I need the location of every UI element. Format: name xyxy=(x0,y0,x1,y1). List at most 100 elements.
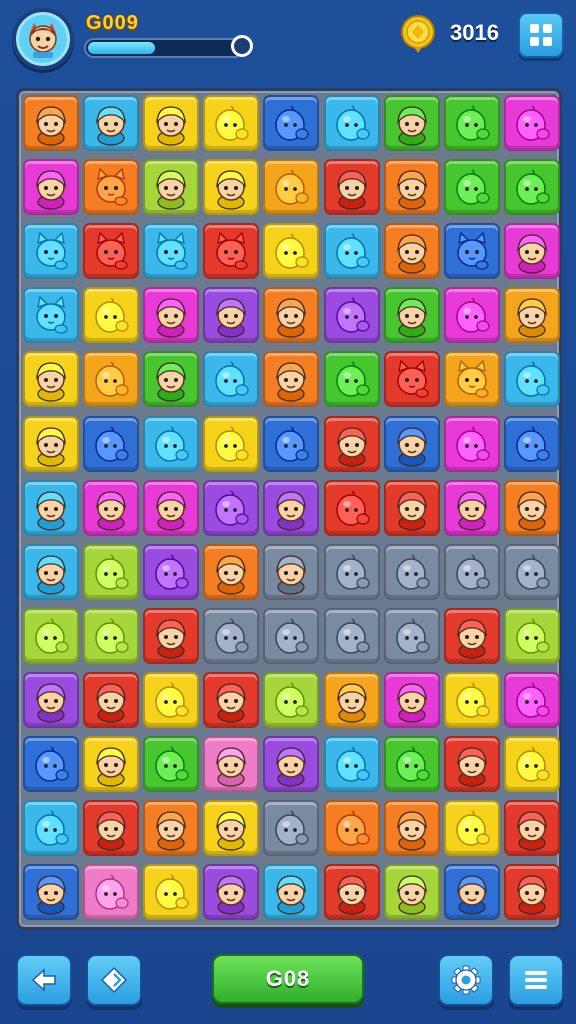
board-tile[interactable] xyxy=(263,95,320,151)
board-tile[interactable] xyxy=(143,287,200,344)
board-tile[interactable] xyxy=(503,287,560,344)
board-tile[interactable] xyxy=(23,671,79,728)
board-tile[interactable] xyxy=(383,543,440,600)
board-tile[interactable] xyxy=(143,671,200,728)
board-tile[interactable] xyxy=(263,543,320,600)
board-tile[interactable] xyxy=(203,671,260,728)
board-tile[interactable] xyxy=(443,223,500,280)
board-tile[interactable] xyxy=(203,800,260,857)
board-tile[interactable] xyxy=(383,800,440,857)
board-tile[interactable] xyxy=(83,736,140,792)
board-tile[interactable] xyxy=(383,671,440,728)
board-tile[interactable] xyxy=(263,800,320,857)
board-tile[interactable] xyxy=(203,607,260,664)
board-tile[interactable] xyxy=(443,479,500,536)
board-tile[interactable] xyxy=(323,864,380,921)
board-tile[interactable] xyxy=(83,479,140,536)
board-tile[interactable] xyxy=(263,159,320,216)
board-tile[interactable] xyxy=(263,864,320,921)
player-avatar[interactable] xyxy=(12,8,74,70)
board-tile[interactable] xyxy=(383,159,440,216)
board-tile[interactable] xyxy=(383,287,440,344)
board-tile[interactable] xyxy=(503,864,560,921)
board-tile[interactable] xyxy=(83,864,140,921)
board-tile[interactable] xyxy=(143,95,200,151)
board-tile[interactable] xyxy=(503,159,560,216)
board-tile[interactable] xyxy=(203,223,260,280)
board-tile[interactable] xyxy=(263,223,320,280)
grid-menu-button[interactable] xyxy=(518,12,564,58)
board-tile[interactable] xyxy=(83,800,140,857)
board-tile[interactable] xyxy=(323,159,380,216)
board-tile[interactable] xyxy=(23,415,79,472)
board-tile[interactable] xyxy=(323,800,380,857)
board-tile[interactable] xyxy=(143,479,200,536)
board-tile[interactable] xyxy=(203,351,260,408)
board-tile[interactable] xyxy=(503,800,560,857)
board-tile[interactable] xyxy=(23,736,79,792)
board-tile[interactable] xyxy=(323,415,380,472)
board-tile[interactable] xyxy=(443,287,500,344)
board-tile[interactable] xyxy=(323,287,380,344)
board-tile[interactable] xyxy=(383,415,440,472)
board-tile[interactable] xyxy=(323,607,380,664)
board-tile[interactable] xyxy=(263,607,320,664)
board-tile[interactable] xyxy=(383,864,440,921)
board-tile[interactable] xyxy=(503,479,560,536)
board-tile[interactable] xyxy=(203,479,260,536)
board-tile[interactable] xyxy=(203,159,260,216)
board-tile[interactable] xyxy=(503,351,560,408)
board-tile[interactable] xyxy=(443,800,500,857)
board-tile[interactable] xyxy=(203,415,260,472)
board-tile[interactable] xyxy=(383,95,440,151)
board-tile[interactable] xyxy=(443,95,500,151)
board-tile[interactable] xyxy=(143,159,200,216)
board-tile[interactable] xyxy=(263,351,320,408)
board-tile[interactable] xyxy=(503,671,560,728)
back-button[interactable] xyxy=(16,954,72,1006)
hint-button[interactable] xyxy=(86,954,142,1006)
board-tile[interactable] xyxy=(23,607,79,664)
menu-button[interactable] xyxy=(508,954,564,1006)
board-tile[interactable] xyxy=(263,736,320,792)
board-tile[interactable] xyxy=(323,671,380,728)
board-tile[interactable] xyxy=(143,415,200,472)
board-tile[interactable] xyxy=(323,479,380,536)
board-tile[interactable] xyxy=(143,543,200,600)
board-tile[interactable] xyxy=(383,351,440,408)
board-tile[interactable] xyxy=(23,223,79,280)
board-tile[interactable] xyxy=(143,736,200,792)
board-tile[interactable] xyxy=(203,543,260,600)
board-tile[interactable] xyxy=(83,159,140,216)
board-tile[interactable] xyxy=(503,95,560,151)
board-tile[interactable] xyxy=(383,736,440,792)
board-tile[interactable] xyxy=(443,415,500,472)
board-tile[interactable] xyxy=(263,479,320,536)
board-tile[interactable] xyxy=(503,543,560,600)
board-tile[interactable] xyxy=(23,287,79,344)
board-tile[interactable] xyxy=(323,95,380,151)
board-tile[interactable] xyxy=(323,736,380,792)
board-tile[interactable] xyxy=(83,95,140,151)
board-tile[interactable] xyxy=(83,287,140,344)
board-tile[interactable] xyxy=(203,736,260,792)
board-tile[interactable] xyxy=(83,351,140,408)
board-tile[interactable] xyxy=(23,351,79,408)
board-tile[interactable] xyxy=(143,864,200,921)
board-tile[interactable] xyxy=(503,607,560,664)
board-tile[interactable] xyxy=(503,415,560,472)
go-button[interactable]: G08 xyxy=(212,954,364,1004)
board-tile[interactable] xyxy=(263,415,320,472)
board-tile[interactable] xyxy=(143,800,200,857)
board-tile[interactable] xyxy=(23,864,79,921)
board-tile[interactable] xyxy=(83,223,140,280)
board-tile[interactable] xyxy=(203,95,260,151)
board-tile[interactable] xyxy=(23,800,79,857)
board-tile[interactable] xyxy=(443,671,500,728)
board-tile[interactable] xyxy=(383,223,440,280)
board-tile[interactable] xyxy=(503,736,560,792)
board-tile[interactable] xyxy=(83,671,140,728)
board-tile[interactable] xyxy=(143,223,200,280)
board-tile[interactable] xyxy=(323,543,380,600)
board-tile[interactable] xyxy=(323,223,380,280)
